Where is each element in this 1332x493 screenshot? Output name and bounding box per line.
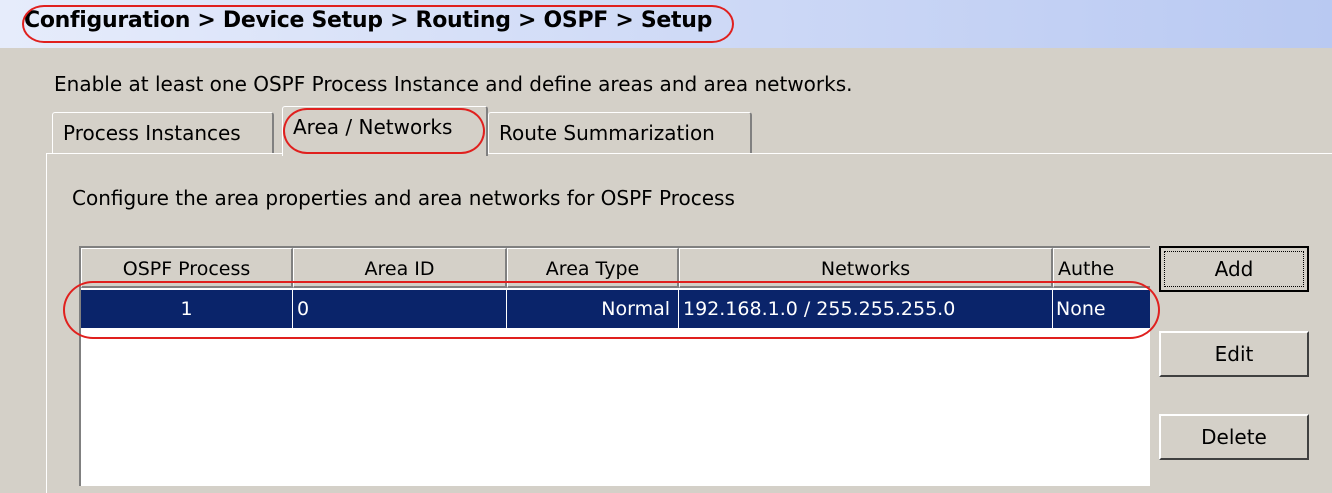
- breadcrumb-highlight-circle: [22, 5, 734, 43]
- tab-process-instances[interactable]: Process Instances: [52, 112, 274, 154]
- delete-button[interactable]: Delete: [1159, 414, 1309, 460]
- edit-button[interactable]: Edit: [1159, 331, 1309, 377]
- delete-button-label: Delete: [1201, 425, 1267, 449]
- add-button-label: Add: [1164, 251, 1304, 287]
- row-highlight-circle: [63, 281, 1160, 339]
- tab-highlight-circle: [283, 108, 485, 154]
- add-button[interactable]: Add: [1159, 246, 1309, 292]
- edit-button-label: Edit: [1214, 342, 1254, 366]
- panel-description: Configure the area properties and area n…: [72, 186, 735, 210]
- intro-text: Enable at least one OSPF Process Instanc…: [54, 72, 853, 96]
- breadcrumb-bar: Configuration > Device Setup > Routing >…: [0, 0, 1332, 48]
- tab-route-summarization[interactable]: Route Summarization: [488, 112, 752, 154]
